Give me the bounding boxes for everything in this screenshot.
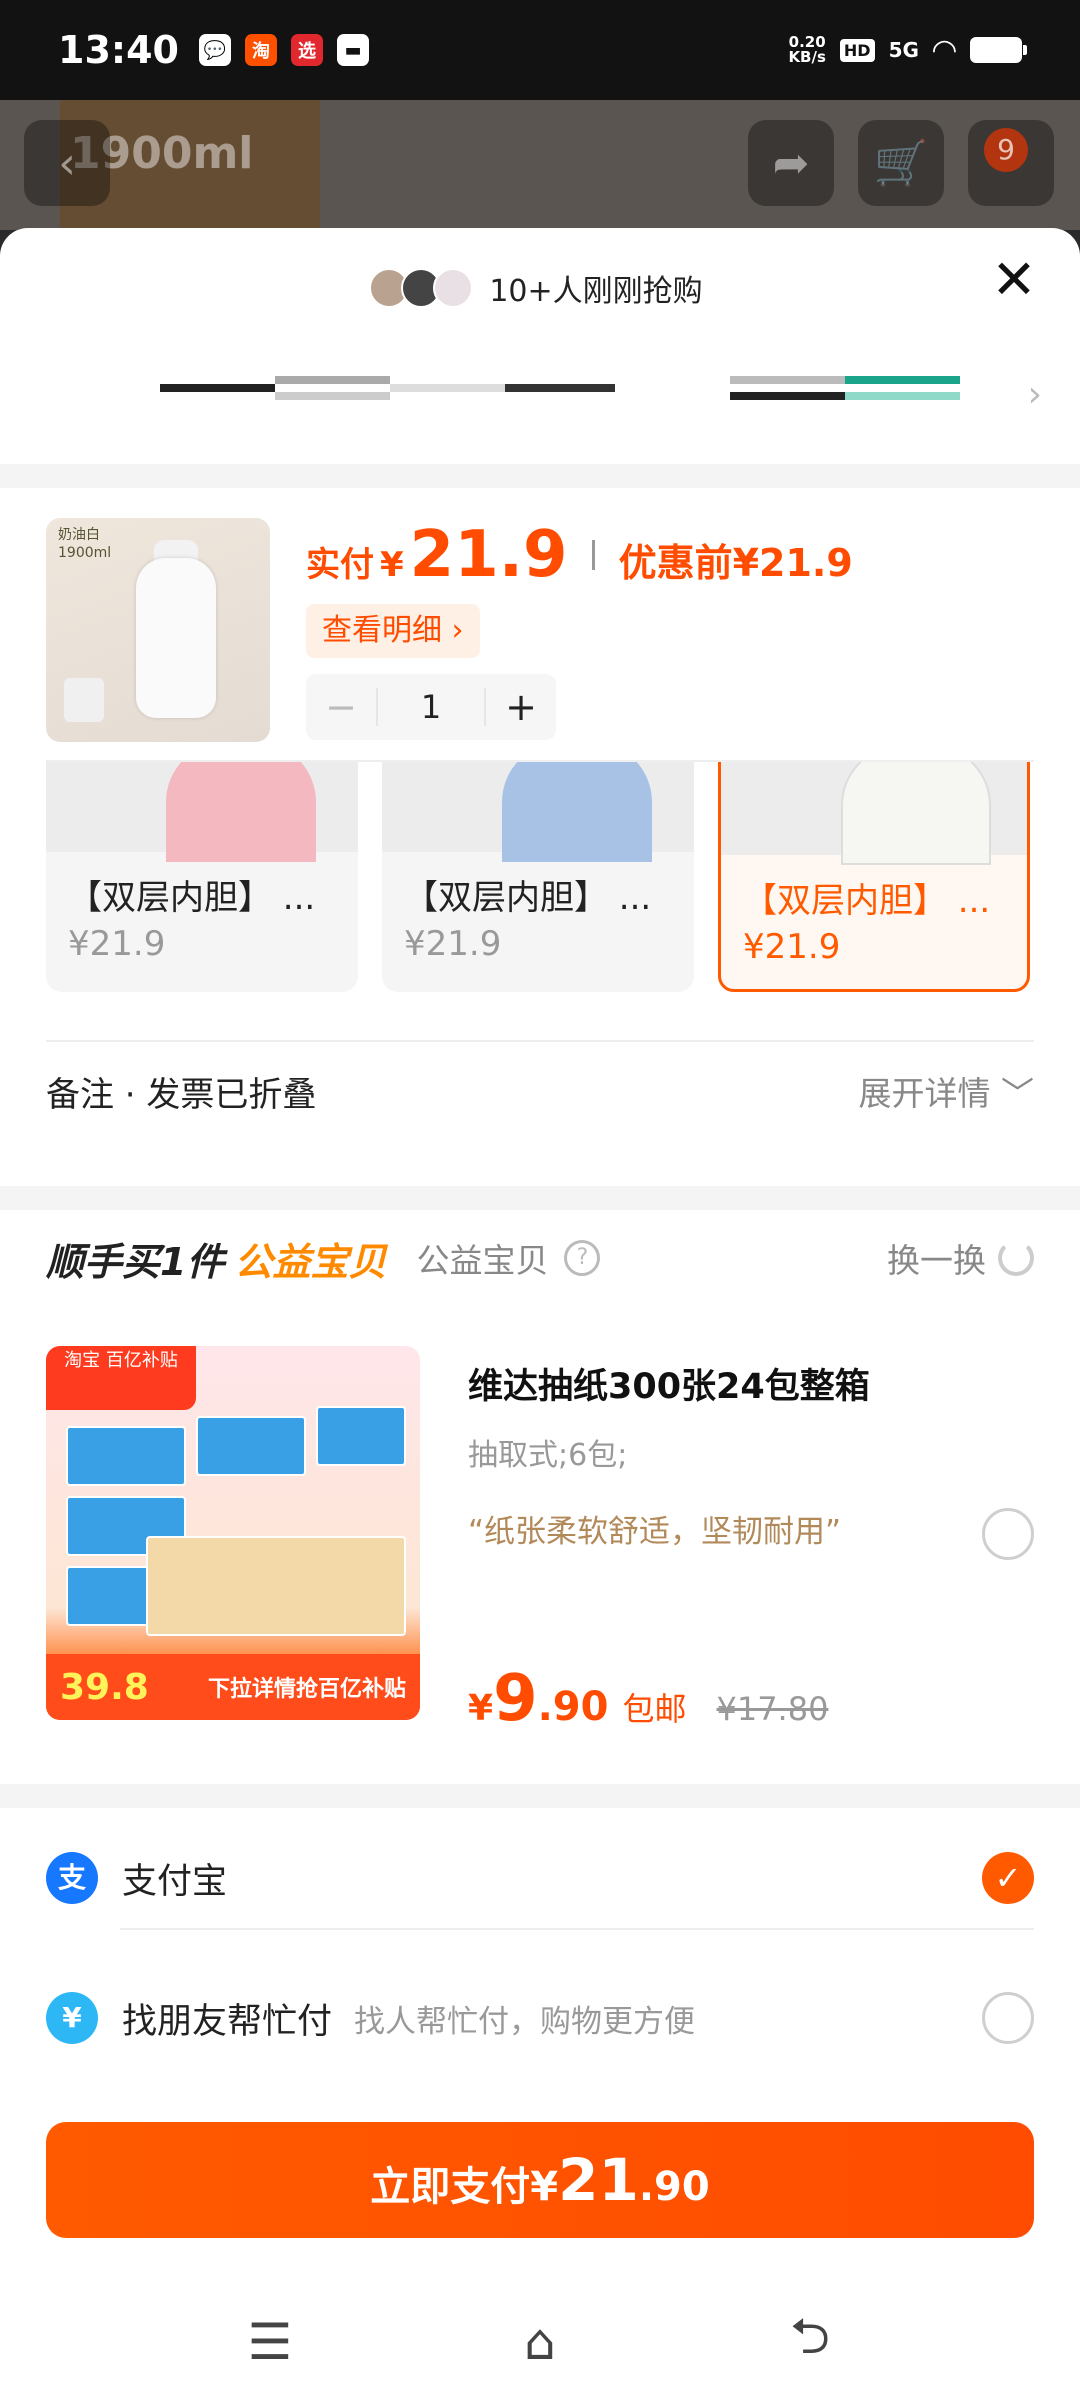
expand-details[interactable]: 展开详情 ﹀ (859, 1067, 1035, 1115)
quantity-stepper: − 1 + (306, 674, 556, 740)
increase-button[interactable]: + (486, 685, 556, 729)
battery-icon (970, 37, 1027, 63)
app-icon: 选 (290, 34, 323, 66)
signal-icon: 5G (888, 38, 919, 62)
message-icon: ▬ (336, 34, 369, 66)
selected-check-icon[interactable]: ✓ (982, 1852, 1034, 1904)
home-icon[interactable]: ⌂ (510, 2312, 570, 2372)
subsidy-badge: 淘宝 百亿补贴 (46, 1346, 196, 1410)
price-divider (591, 540, 595, 570)
price-value: 21.9 (409, 518, 568, 592)
price-label: 实付 (306, 545, 374, 585)
view-details-button[interactable]: 查看明细 › (306, 604, 480, 658)
variant-image (721, 762, 1027, 865)
friend-pay-label: 找朋友帮忙付 (122, 2001, 333, 2042)
addon-subtitle: 公益宝贝 (416, 1241, 549, 1280)
addon-price: ¥ 9 .90 包邮 ¥17.80 (468, 1662, 829, 1736)
alipay-icon: 支 (46, 1852, 98, 1904)
system-nav-bar: ☰ ⌂ ⮌ (0, 2276, 1080, 2408)
friend-pay-radio[interactable] (982, 1992, 1034, 2044)
net-speed: 0.20 KB/s (788, 33, 826, 66)
variant-price: ¥21.9 (743, 927, 841, 967)
addon-item[interactable]: 淘宝 百亿补贴 39.8 下拉详情抢百亿补贴 维达抽纸300张24包整箱 抽取式… (46, 1346, 1034, 1736)
product-header: 奶油白 1900ml 实付 ¥ 21.9 优惠前¥21.9 查看明细 › − 1… (0, 488, 1080, 758)
chat-icon: 💬 (198, 34, 231, 66)
avatar (433, 268, 474, 308)
variant-card[interactable]: 【双层内胆】 ... ¥21.9 (382, 762, 694, 992)
original-price: ¥17.80 (716, 1690, 829, 1728)
help-icon[interactable]: ? (564, 1240, 601, 1276)
addon-spec: 抽取式;6包; (468, 1438, 628, 1473)
addon-product-image[interactable]: 淘宝 百亿补贴 39.8 下拉详情抢百亿补贴 (46, 1346, 420, 1720)
quantity-value[interactable]: 1 (376, 688, 486, 726)
back-icon[interactable]: ‹ (24, 120, 110, 206)
addon-select-radio[interactable] (982, 1508, 1034, 1560)
buyers-text: 10+人刚刚抢购 (489, 274, 703, 309)
wifi-icon: ◠ (932, 32, 956, 68)
decrease-button[interactable]: − (306, 685, 376, 729)
status-bar: 13:40 💬 淘 选 ▬ 0.20 KB/s HD 5G ◠ (0, 0, 1080, 100)
close-button[interactable]: ✕ (984, 250, 1044, 310)
notes-label: 备注 · 发票已折叠 (46, 1074, 317, 1115)
checkout-sheet: 10+人刚刚抢购 ✕ › 【双层内胆】 ... ¥21.9 【双层内胆】 ...… (0, 228, 1080, 2408)
friend-pay-desc: 找人帮忙付，购物更方便 (354, 2003, 696, 2040)
divider (0, 1784, 1080, 1808)
subsidy-strip: 39.8 下拉详情抢百亿补贴 (46, 1654, 420, 1720)
addon-title-accent: 公益宝贝 (234, 1239, 387, 1284)
taobao-icon: 淘 (244, 34, 277, 66)
chevron-right-icon[interactable]: › (1028, 374, 1042, 415)
subsidy-price: 39.8 (60, 1666, 149, 1708)
variant-image (46, 762, 358, 862)
hd-badge: HD (839, 38, 875, 62)
variant-price: ¥21.9 (404, 924, 502, 964)
subsidy-text: 下拉详情抢百亿补贴 (207, 1677, 406, 1702)
variant-card[interactable]: 【双层内胆】 ... ¥21.9 (46, 762, 358, 992)
variant-list: 【双层内胆】 ... ¥21.9 【双层内胆】 ... ¥21.9 【双层内胆】… (46, 760, 1034, 1000)
addon-header: 顺手买1件 公益宝贝 公益宝贝 ? 换一换 (46, 1228, 1034, 1288)
shipping-label: 包邮 (622, 1690, 687, 1728)
divider (0, 464, 1080, 488)
friend-pay-icon: ¥ (46, 1992, 98, 2044)
divider (120, 1928, 1034, 1930)
buyer-avatars (369, 268, 474, 308)
price-line: 实付 ¥ 21.9 优惠前¥21.9 (306, 518, 853, 592)
addon-name: 维达抽纸300张24包整箱 (468, 1367, 870, 1407)
price-before-discount: 优惠前¥21.9 (618, 541, 853, 585)
payment-friend[interactable]: ¥ 找朋友帮忙付 找人帮忙付，购物更方便 (46, 1958, 1034, 2078)
recent-buyers: 10+人刚刚抢购 (0, 266, 1080, 310)
product-thumbnail[interactable]: 奶油白 1900ml (46, 518, 270, 742)
swap-label: 换一换 (887, 1241, 986, 1280)
payment-alipay[interactable]: 支 支付宝 ✓ (46, 1818, 1034, 1938)
variant-title: 【双层内胆】 ... (404, 878, 652, 918)
cart-icon[interactable]: 🛒 (858, 120, 944, 206)
pay-now-button[interactable]: 立即支付¥ 21 .90 (46, 2122, 1034, 2238)
variant-card-selected[interactable]: 【双层内胆】 ... ¥21.9 (718, 762, 1030, 992)
share-icon[interactable]: ➦ (748, 120, 834, 206)
refresh-icon (998, 1240, 1034, 1276)
variant-title: 【双层内胆】 ... (68, 878, 316, 918)
divider (0, 1186, 1080, 1210)
variant-image (382, 762, 694, 862)
variant-title: 【双层内胆】 ... (743, 881, 991, 921)
back-nav-icon[interactable]: ⮌ (780, 2307, 840, 2372)
alipay-label: 支付宝 (122, 1861, 228, 1902)
notes-invoice-row[interactable]: 备注 · 发票已折叠 展开详情 ﹀ (46, 1040, 1034, 1140)
status-time: 13:40 (58, 28, 179, 72)
swap-button[interactable]: 换一换 (887, 1234, 1034, 1282)
cart-badge: 9 (984, 128, 1028, 172)
addon-title: 顺手买1件 (46, 1239, 225, 1284)
thumbnail-label: 奶油白 1900ml (58, 527, 112, 561)
menu-icon[interactable]: ☰ (240, 2312, 300, 2372)
price-currency: ¥ (380, 545, 404, 585)
variant-price: ¥21.9 (68, 924, 166, 964)
addon-quote: “纸张柔软舒适，坚韧耐用” (468, 1514, 842, 1550)
